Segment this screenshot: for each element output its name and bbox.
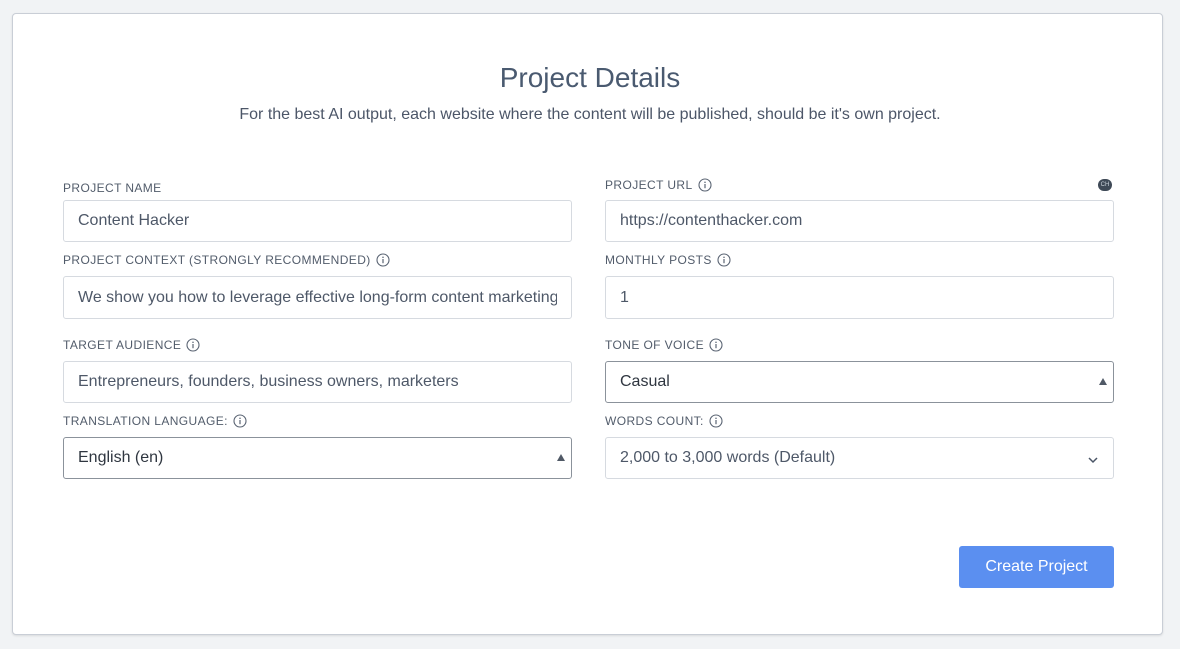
- page-subtitle: For the best AI output, each website whe…: [239, 106, 941, 123]
- words-count-label: WORDS COUNT:: [605, 414, 723, 428]
- project-name-value: Content Hacker: [78, 212, 190, 229]
- target-audience-label: TARGET AUDIENCE: [63, 338, 200, 352]
- target-audience-value: Entrepreneurs, founders, business owners…: [78, 373, 459, 390]
- info-icon[interactable]: [186, 338, 200, 352]
- project-url-value: https://contenthacker.com: [620, 212, 803, 229]
- tone-of-voice-select[interactable]: Casual: [605, 361, 1114, 403]
- info-icon[interactable]: [697, 178, 712, 192]
- project-url-label: PROJECT URL: [605, 178, 712, 192]
- create-project-button[interactable]: Create Project: [959, 546, 1114, 588]
- project-name-input[interactable]: Content Hacker: [63, 200, 572, 242]
- info-icon[interactable]: [709, 414, 723, 428]
- caret-up-icon: [1099, 378, 1107, 385]
- words-count-value: 2,000 to 3,000 words (Default): [620, 449, 836, 466]
- tone-of-voice-value: Casual: [620, 373, 670, 390]
- translation-language-value: English (en): [78, 449, 164, 466]
- tone-of-voice-label: TONE OF VOICE: [605, 338, 723, 352]
- translation-language-label: TRANSLATION LANGUAGE:: [63, 414, 247, 428]
- monthly-posts-input[interactable]: 1: [605, 276, 1114, 319]
- extension-badge[interactable]: CH: [1098, 179, 1112, 191]
- project-url-input[interactable]: https://contenthacker.com: [605, 200, 1114, 242]
- monthly-posts-label: MONTHLY POSTS: [605, 253, 731, 267]
- monthly-posts-value: 1: [620, 288, 629, 306]
- page-title: Project Details: [499, 62, 681, 93]
- info-icon[interactable]: [709, 338, 723, 352]
- info-icon[interactable]: [233, 414, 247, 428]
- info-icon[interactable]: [717, 253, 731, 267]
- target-audience-input[interactable]: Entrepreneurs, founders, business owners…: [63, 361, 572, 403]
- translation-language-select[interactable]: English (en): [63, 437, 572, 479]
- project-context-value: We show you how to leverage effective lo…: [78, 288, 557, 306]
- project-context-label: PROJECT CONTEXT (STRONGLY RECOMMENDED): [63, 253, 390, 267]
- words-count-select[interactable]: 2,000 to 3,000 words (Default): [605, 437, 1114, 479]
- project-name-label: PROJECT NAME: [63, 181, 162, 195]
- project-context-input[interactable]: We show you how to leverage effective lo…: [63, 276, 572, 319]
- info-icon[interactable]: [376, 253, 390, 267]
- caret-up-icon: [557, 454, 565, 461]
- chevron-down-icon: [1087, 453, 1099, 465]
